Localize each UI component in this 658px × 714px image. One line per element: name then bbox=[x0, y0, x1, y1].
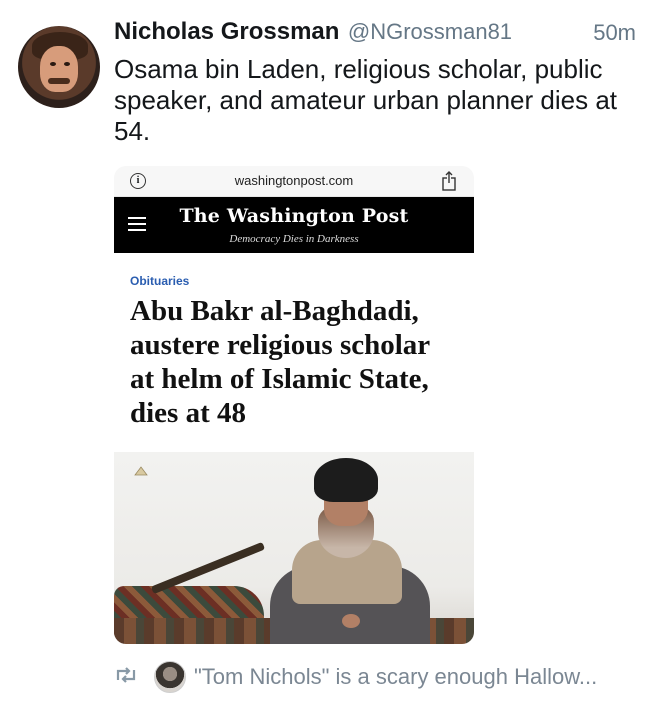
avatar-face bbox=[40, 46, 78, 92]
avatar-eye-right bbox=[64, 62, 70, 66]
tweet-header: Nicholas Grossman @NGrossman81 50m bbox=[114, 18, 640, 54]
tweet-text: Osama bin Laden, religious scholar, publ… bbox=[114, 54, 618, 146]
author-handle[interactable]: @NGrossman81 bbox=[348, 19, 512, 44]
author-avatar[interactable] bbox=[18, 26, 100, 108]
retweeter-avatar[interactable] bbox=[154, 661, 186, 693]
retweet-icon bbox=[116, 667, 136, 683]
masthead-title: The Washington Post bbox=[179, 205, 409, 227]
article-section-label: Obituaries bbox=[130, 274, 190, 288]
tweet-timestamp[interactable]: 50m bbox=[593, 20, 636, 46]
avatar-mustache bbox=[48, 78, 70, 84]
author-name[interactable]: Nicholas Grossman bbox=[114, 18, 339, 45]
tweet-media-image[interactable]: i washingtonpost.com The Washington Post… bbox=[114, 166, 474, 644]
article-photo bbox=[114, 452, 474, 644]
article-headline: Abu Bakr al-Baghdadi, austere religious … bbox=[130, 295, 430, 429]
share-icon bbox=[442, 171, 456, 191]
newspaper-masthead-bar: The Washington Post Democracy Dies in Da… bbox=[114, 197, 474, 253]
social-context-row[interactable]: "Tom Nichols" is a scary enough Hallow..… bbox=[114, 660, 644, 694]
browser-url: washingtonpost.com bbox=[234, 173, 354, 188]
social-context-text[interactable]: "Tom Nichols" is a scary enough Hallow..… bbox=[194, 664, 597, 690]
masthead-tagline: Democracy Dies in Darkness bbox=[229, 233, 359, 245]
browser-url-bar: i washingtonpost.com bbox=[114, 166, 474, 197]
camera-tent-icon bbox=[134, 466, 148, 476]
avatar-eye-left bbox=[50, 62, 56, 66]
photo-person bbox=[264, 456, 444, 644]
